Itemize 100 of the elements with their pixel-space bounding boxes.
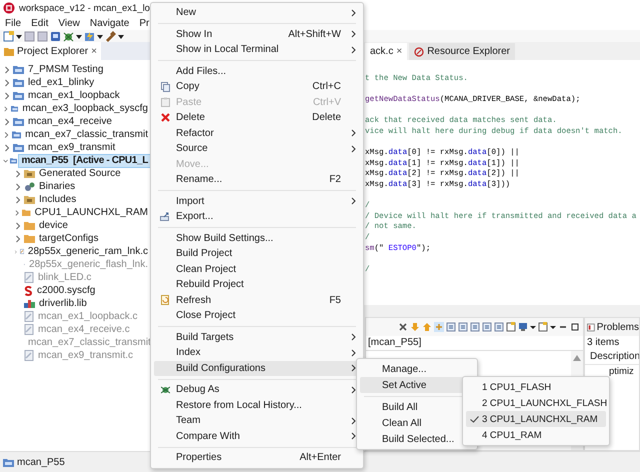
menu-item[interactable]: Index bbox=[154, 345, 360, 360]
menu-item[interactable]: Pr bbox=[139, 18, 150, 28]
tree-item[interactable]: driverlib.lib bbox=[37, 298, 89, 310]
tree-item[interactable]: 28p55x_generic_ram_lnk.c bbox=[26, 246, 150, 258]
tree-item[interactable]: mcan_ex7_classic_transmit bbox=[23, 128, 150, 140]
menu-item[interactable]: Refresh F5 bbox=[154, 292, 360, 308]
debug-icon[interactable] bbox=[63, 30, 74, 42]
project-icon bbox=[10, 156, 18, 165]
menu-item[interactable]: Build Targets bbox=[154, 330, 360, 345]
menu-item[interactable]: Clean Project bbox=[154, 262, 360, 277]
close-button[interactable]: × bbox=[396, 46, 402, 57]
terminal-icon[interactable] bbox=[50, 30, 61, 42]
scope-label: [mcan_P55] bbox=[366, 336, 583, 351]
menu-item[interactable]: Source bbox=[154, 141, 360, 156]
tab-label: Project Explorer bbox=[17, 46, 88, 56]
menu-item[interactable]: 3 CPU1_LAUNCHXL_RAM bbox=[466, 411, 606, 427]
menu-item[interactable]: View bbox=[58, 18, 80, 28]
hammer-icon[interactable] bbox=[105, 30, 116, 42]
menu-item[interactable]: Compare With bbox=[154, 428, 360, 444]
project-icon bbox=[13, 65, 24, 74]
remove-icon[interactable] bbox=[398, 322, 408, 332]
menu-item[interactable]: Show In Alt+Shift+W bbox=[154, 26, 360, 42]
problems-tab[interactable]: Problems bbox=[585, 318, 639, 336]
menu-item[interactable]: Close Project bbox=[154, 308, 360, 324]
menu-item[interactable]: Rename... F2 bbox=[154, 172, 360, 188]
copy-icon bbox=[160, 82, 170, 92]
menu-item[interactable]: Debug As bbox=[154, 382, 360, 398]
tree-item[interactable]: mcan_P55 [Active - CPU1_L bbox=[19, 154, 150, 166]
menu-item[interactable]: Delete Delete bbox=[154, 110, 360, 126]
item-count: 3 items bbox=[586, 336, 620, 350]
project-icon bbox=[3, 458, 14, 466]
tab-label: ack.c bbox=[370, 46, 394, 57]
menu-item[interactable]: 4 CPU1_RAM bbox=[466, 427, 606, 443]
folder-icon bbox=[24, 195, 35, 204]
config-icon bbox=[24, 286, 33, 296]
tree-item[interactable]: mcan_ex4_receive bbox=[26, 116, 114, 128]
tree-item[interactable]: targetConfigs bbox=[37, 232, 100, 244]
tree-item[interactable]: Includes bbox=[37, 194, 78, 206]
menu-item[interactable]: File bbox=[5, 18, 22, 28]
tree-item[interactable]: Binaries bbox=[37, 180, 78, 192]
delete-icon bbox=[160, 113, 170, 122]
editor-tab[interactable]: Resource Explorer bbox=[409, 43, 515, 60]
tree-item[interactable]: c2000.syscfg bbox=[35, 284, 98, 296]
close-button[interactable]: × bbox=[91, 46, 97, 56]
folder-icon bbox=[4, 46, 14, 56]
menu-item[interactable]: Edit bbox=[31, 18, 48, 28]
project-icon bbox=[13, 117, 24, 126]
folder-icon bbox=[22, 208, 31, 217]
tab-label: Resource Explorer bbox=[427, 46, 510, 57]
menu-item[interactable]: New bbox=[154, 5, 360, 20]
menu-item[interactable]: Manage... bbox=[360, 361, 474, 377]
library-icon bbox=[24, 299, 35, 308]
menu-item[interactable]: Show in Local Terminal bbox=[154, 42, 360, 58]
editor-tab[interactable]: ack.c × bbox=[365, 43, 408, 60]
window-icon[interactable] bbox=[538, 322, 548, 332]
menu-item[interactable]: Copy Ctrl+C bbox=[154, 79, 360, 94]
clipboard-icon bbox=[160, 97, 170, 108]
menu-item[interactable]: Import bbox=[154, 194, 360, 209]
menu-item[interactable]: Show Build Settings... bbox=[154, 230, 360, 246]
tree-item[interactable]: 7_PMSM Testing bbox=[26, 64, 106, 76]
tree-item[interactable]: mcan_ex7_classic_transmit bbox=[26, 336, 153, 348]
menu-item[interactable]: Properties Alt+Enter bbox=[154, 450, 360, 466]
project-icon bbox=[13, 143, 24, 152]
menu-item[interactable]: Rebuild Project bbox=[154, 277, 360, 292]
menu-item[interactable]: 2 CPU1_LAUNCHXL_FLASH bbox=[466, 395, 606, 411]
gear-icon bbox=[24, 182, 35, 192]
menu-item[interactable]: Refactor bbox=[154, 126, 360, 141]
tree-item[interactable]: mcan_ex1_loopback bbox=[26, 90, 122, 102]
project-icon bbox=[13, 91, 24, 100]
tab-label: Problems bbox=[596, 322, 639, 332]
tree-item[interactable]: mcan_ex3_loopback_syscfg bbox=[20, 102, 150, 114]
refresh-icon bbox=[160, 295, 170, 306]
menu-item[interactable]: Restore from Local History... bbox=[154, 398, 360, 413]
menu-item[interactable]: Team bbox=[154, 413, 360, 428]
window-title: workspace_v12 - mcan_ex1_lo bbox=[19, 2, 150, 14]
tree-item[interactable]: mcan_ex9_transmit bbox=[26, 142, 118, 154]
scroll-up-icon[interactable] bbox=[573, 355, 581, 361]
menu-item[interactable]: Add Files... bbox=[154, 64, 360, 79]
new-file-icon[interactable] bbox=[3, 30, 14, 42]
export-icon bbox=[160, 212, 170, 222]
monitor-icon[interactable] bbox=[518, 322, 528, 332]
tree-item[interactable]: device bbox=[37, 220, 70, 232]
folder-icon bbox=[24, 169, 35, 178]
project-icon bbox=[13, 78, 24, 87]
list-icon[interactable] bbox=[470, 322, 480, 332]
tree-item[interactable]: Generated Source bbox=[37, 168, 123, 180]
tree-item[interactable]: led_ex1_blinky bbox=[26, 76, 96, 88]
menu-item[interactable]: Export... bbox=[154, 209, 360, 224]
maximize-icon[interactable] bbox=[570, 322, 580, 332]
problems-icon bbox=[587, 322, 595, 332]
menu-item[interactable]: Navigate bbox=[90, 18, 130, 28]
window-icon[interactable] bbox=[506, 322, 516, 332]
tree-item[interactable]: CPU1_LAUNCHXL_RAM bbox=[32, 206, 150, 218]
column-header[interactable]: Description bbox=[585, 350, 639, 365]
tree-item[interactable]: mcan_ex9_transmit.c bbox=[36, 350, 136, 362]
save-all-icon[interactable] bbox=[37, 30, 48, 42]
project-explorer-tab[interactable]: Project Explorer × bbox=[0, 42, 101, 60]
folder-icon bbox=[24, 221, 35, 230]
menu-item[interactable]: Build Project bbox=[154, 246, 360, 262]
project-icon bbox=[10, 104, 18, 113]
